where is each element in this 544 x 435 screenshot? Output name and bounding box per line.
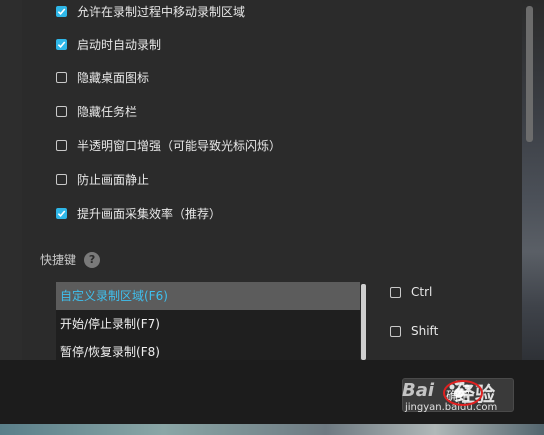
background-bottom-edge <box>0 424 544 435</box>
option-label: 隐藏任务栏 <box>77 104 138 119</box>
checkbox-unchecked[interactable] <box>56 173 67 185</box>
watermark-logo: Bai <box>402 380 435 401</box>
option-row[interactable]: 启动时自动录制 <box>56 34 161 54</box>
option-label: 提升画面采集效率（推荐） <box>77 206 222 221</box>
hotkeys-section-title: 快捷键 ? <box>40 251 101 268</box>
option-label: 防止画面静止 <box>77 172 150 187</box>
option-row[interactable]: 半透明窗口增强（可能导致光标闪烁） <box>56 135 281 155</box>
option-row[interactable]: 隐藏任务栏 <box>56 101 137 121</box>
hotkey-item[interactable]: 开始/停止录制(F7) <box>56 310 360 338</box>
option-label: 隐藏桌面图标 <box>77 70 150 85</box>
highlight-ring <box>443 380 483 406</box>
hotkey-item[interactable]: 暂停/恢复录制(F8) <box>56 338 360 362</box>
background-left-edge <box>0 0 22 360</box>
option-label: 启动时自动录制 <box>77 37 162 52</box>
checkbox-unchecked[interactable] <box>390 325 401 337</box>
checkbox-unchecked[interactable] <box>56 71 67 83</box>
panel-scrollbar[interactable] <box>526 6 533 142</box>
hotkeys-title: 快捷键 <box>40 253 77 267</box>
option-row[interactable]: 防止画面静止 <box>56 169 149 189</box>
modifier-row[interactable]: Shift <box>390 324 438 338</box>
hotkey-item[interactable]: 自定义录制区域(F6) <box>56 282 360 310</box>
option-row[interactable]: 隐藏桌面图标 <box>56 67 149 87</box>
modifier-label: Ctrl <box>411 285 433 299</box>
help-icon[interactable]: ? <box>84 251 101 268</box>
option-row[interactable]: 允许在录制过程中移动录制区域 <box>56 1 245 21</box>
checkbox-checked[interactable] <box>56 5 67 17</box>
hotkey-list: 自定义录制区域(F6) 开始/停止录制(F7) 暂停/恢复录制(F8) <box>56 282 360 362</box>
checkbox-checked[interactable] <box>56 38 67 50</box>
option-label: 允许在录制过程中移动录制区域 <box>77 4 246 19</box>
checkbox-unchecked[interactable] <box>56 105 67 117</box>
option-row[interactable]: 提升画面采集效率（推荐） <box>56 203 221 223</box>
modifier-row[interactable]: Ctrl <box>390 285 432 299</box>
option-label: 半透明窗口增强（可能导致光标闪烁） <box>77 138 282 153</box>
checkbox-checked[interactable] <box>56 207 67 219</box>
hotkey-list-scrollbar[interactable] <box>361 284 366 360</box>
modifier-label: Shift <box>411 324 439 338</box>
checkbox-unchecked[interactable] <box>390 286 401 298</box>
checkbox-unchecked[interactable] <box>56 139 67 151</box>
